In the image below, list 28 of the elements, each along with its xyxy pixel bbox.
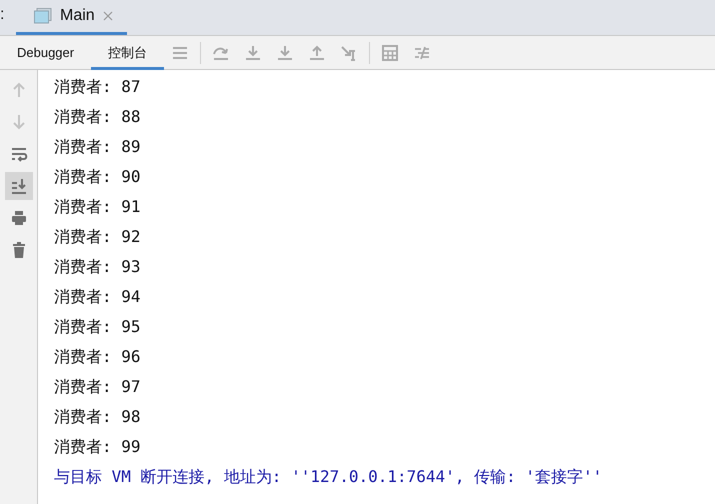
title-text: : <box>0 5 6 25</box>
console-line: 消费者: 96 <box>54 346 142 368</box>
console-line: 消费者: 92 <box>54 226 142 248</box>
window-icon <box>34 8 52 24</box>
tool-tab[interactable]: Debugger <box>0 36 92 70</box>
scroll-to-end-icon <box>10 177 28 195</box>
trace-icon <box>413 44 432 62</box>
close-icon[interactable] <box>102 10 113 20</box>
console-line: 消费者: 89 <box>54 136 142 158</box>
console-line: 消费者: 94 <box>54 286 142 308</box>
console-line: 消费者: 95 <box>54 316 142 338</box>
arrow-down-icon <box>276 44 294 62</box>
printer-icon <box>10 209 28 227</box>
calculator-icon <box>381 44 400 62</box>
tool-tab[interactable]: 控制台 <box>91 36 164 70</box>
console-line: 消费者: 91 <box>54 196 142 218</box>
console-line: 消费者: 98 <box>54 406 142 428</box>
console-line: 消费者: 93 <box>54 256 142 278</box>
console-line: 消费者: 99 <box>54 436 142 458</box>
console-message: 与目标 VM 断开连接, 地址为: ''127.0.0.1:7644', 传输: '套接字'' <box>54 466 604 488</box>
console-line: 消费者: 87 <box>54 76 142 98</box>
arrow-down-icon <box>244 44 262 62</box>
console-line: 消费者: 90 <box>54 166 142 188</box>
arrow-up-icon <box>308 44 326 62</box>
console-line: 消费者: 97 <box>54 376 142 398</box>
console-line: 消费者: 88 <box>54 106 142 128</box>
wrap-icon <box>10 145 28 163</box>
scroll-to-end-button[interactable] <box>4 172 32 200</box>
